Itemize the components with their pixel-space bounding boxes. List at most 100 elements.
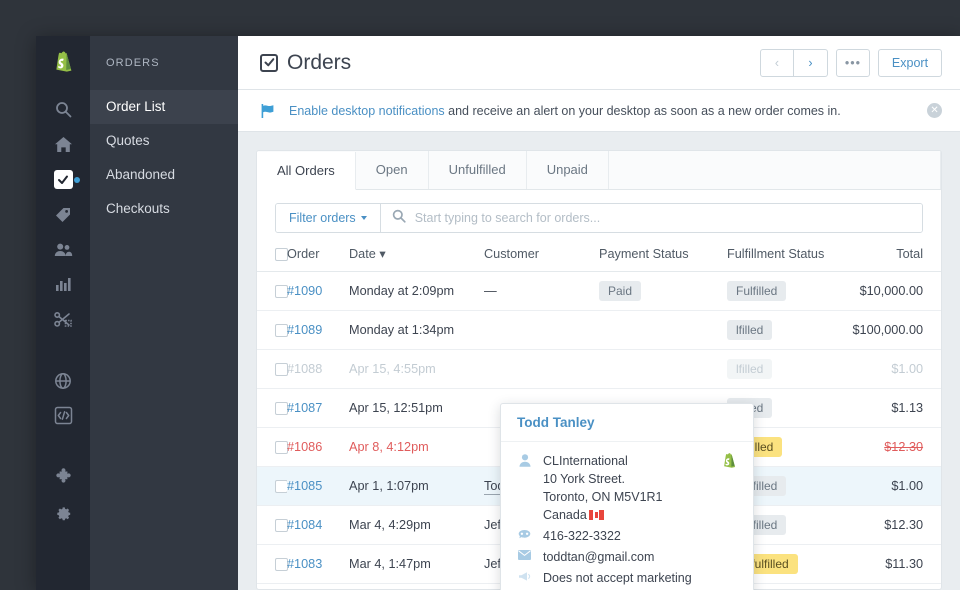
popover-customer-name[interactable]: Todd Tanley <box>501 404 753 442</box>
popover-phone: 416-322-3322 <box>543 529 621 543</box>
sidebar-item-quotes[interactable]: Quotes <box>90 124 238 158</box>
table-row[interactable]: #1090 Monday at 2:09pm — Paid Fulfilled … <box>257 271 942 311</box>
col-payment-status[interactable]: Payment Status <box>599 246 727 272</box>
select-all-header <box>257 246 288 272</box>
table-row[interactable]: #1089 Monday at 1:34pm lfilled $100,000.… <box>257 310 942 350</box>
table-row[interactable]: #1088 Apr 15, 4:55pm lfilled $1.00 <box>257 349 942 389</box>
home-icon[interactable] <box>36 127 90 162</box>
discounts-scissors-icon[interactable] <box>36 302 90 337</box>
popover-address-text: CLInternational 10 York Street. Toronto,… <box>543 452 663 524</box>
order-link[interactable]: #1090 <box>287 284 322 298</box>
sidebar-item-order-list[interactable]: Order List <box>90 90 238 124</box>
sidebar-item-abandoned-checkouts[interactable]: Abandoned Checkouts <box>90 158 238 216</box>
analytics-bar-chart-icon[interactable] <box>36 267 90 302</box>
tab-bar-filler <box>609 151 942 189</box>
order-link[interactable]: #1086 <box>287 440 322 454</box>
filter-search-wrapper: Filter orders <box>275 203 924 233</box>
filter-orders-label: Filter orders <box>289 211 356 225</box>
orders-icon[interactable] <box>36 162 90 197</box>
customer-popover: Todd Tanley CLInternational 10 York Stre… <box>500 403 754 590</box>
notification-text: Enable desktop notifications and receive… <box>289 104 841 118</box>
icon-rail <box>36 36 90 590</box>
enable-notifications-link[interactable]: Enable desktop notifications <box>289 104 445 118</box>
fulfillment-status-badge: lfilled <box>727 320 773 340</box>
apps-puzzle-icon[interactable] <box>36 459 90 494</box>
col-fulfillment-status[interactable]: Fulfillment Status <box>727 246 849 272</box>
content-area: All Orders Open Unfulfilled Unpaid Filte… <box>238 132 960 590</box>
section-nav-title: ORDERS <box>106 57 160 69</box>
page-title-text: Orders <box>287 50 352 74</box>
tab-all-orders[interactable]: All Orders <box>257 152 356 190</box>
fulfillment-status-badge: Fulfilled <box>727 281 787 301</box>
popover-marketing-row: Does not accept marketing <box>517 569 737 587</box>
order-total: $1.13 <box>849 388 942 428</box>
col-total[interactable]: Total <box>849 246 942 272</box>
popover-country: Canada <box>543 508 587 522</box>
shopify-bag-logo[interactable] <box>46 42 80 84</box>
order-total: $1.00 <box>849 466 942 506</box>
prev-page-button[interactable]: ‹ <box>759 48 794 77</box>
order-total: $100,000.00 <box>849 310 942 350</box>
col-order[interactable]: Order <box>287 246 349 272</box>
tab-unfulfilled[interactable]: Unfulfilled <box>429 151 527 189</box>
order-link[interactable]: #1088 <box>287 362 322 376</box>
page-title: Orders <box>260 51 351 75</box>
search-field[interactable] <box>380 204 923 232</box>
notification-banner: Enable desktop notifications and receive… <box>238 90 960 132</box>
order-date: Mar 4, 4:29pm <box>349 505 484 545</box>
order-customer <box>484 310 599 350</box>
popover-marketing: Does not accept marketing <box>543 571 692 585</box>
more-actions-button[interactable]: ••• <box>835 48 870 77</box>
phone-icon <box>517 527 532 545</box>
order-date: Apr 15, 4:55pm <box>349 349 484 389</box>
col-customer[interactable]: Customer <box>484 246 599 272</box>
order-date: Monday at 1:34pm <box>349 310 484 350</box>
order-link[interactable]: #1084 <box>287 518 322 532</box>
orders-notification-dot <box>74 177 80 183</box>
order-link[interactable]: #1083 <box>287 557 322 571</box>
popover-street: 10 York Street. <box>543 472 626 486</box>
next-page-button[interactable]: › <box>793 48 828 77</box>
order-total: $12.30 <box>849 427 942 467</box>
products-tag-icon[interactable] <box>36 197 90 232</box>
top-bar: Orders ‹ › ••• Export <box>238 36 960 90</box>
order-date: Apr 15, 12:51pm <box>349 388 484 428</box>
col-date[interactable]: Date ▾ <box>349 246 484 272</box>
popover-city: Toronto, ON M5V1R1 <box>543 490 663 504</box>
shopify-bag-icon <box>721 452 737 476</box>
popover-body: CLInternational 10 York Street. Toronto,… <box>501 442 753 590</box>
export-button[interactable]: Export <box>877 48 943 77</box>
order-total: $12.30 <box>849 505 942 545</box>
flag-icon <box>260 103 275 119</box>
order-total: $10,000.00 <box>849 271 942 311</box>
payment-status-badge: Paid <box>599 281 642 301</box>
table-header-row: Order Date ▾ Customer Payment Status Ful… <box>257 246 942 272</box>
notification-rest-text: and receive an alert on your desktop as … <box>444 103 841 118</box>
search-input[interactable] <box>414 211 912 225</box>
customers-icon[interactable] <box>36 232 90 267</box>
popover-company: CLInternational <box>543 454 628 468</box>
fulfillment-status-badge: lfilled <box>727 359 773 379</box>
close-icon[interactable]: ✕ <box>927 103 943 118</box>
tab-unpaid[interactable]: Unpaid <box>527 151 609 189</box>
sort-descending-icon: ▾ <box>379 247 386 261</box>
order-link[interactable]: #1087 <box>287 401 322 415</box>
application-window: ORDERS Order List Quotes Abandoned Check… <box>36 36 960 590</box>
order-link[interactable]: #1085 <box>287 479 322 493</box>
col-date-label: Date <box>349 247 376 261</box>
screenshot-root: ORDERS Order List Quotes Abandoned Check… <box>0 0 960 590</box>
filter-orders-button[interactable]: Filter orders <box>276 204 381 232</box>
megaphone-icon <box>517 569 532 587</box>
code-editor-icon[interactable] <box>36 398 90 433</box>
orders-card: All Orders Open Unfulfilled Unpaid Filte… <box>256 150 943 590</box>
online-store-globe-icon[interactable] <box>36 363 90 398</box>
settings-gear-icon[interactable] <box>36 494 90 529</box>
order-date: Mar 4, 1:47pm <box>349 544 484 584</box>
search-icon[interactable] <box>36 92 90 127</box>
tab-open[interactable]: Open <box>356 151 429 189</box>
envelope-icon <box>517 548 532 566</box>
orders-table-head: Order Date ▾ Customer Payment Status Ful… <box>257 246 942 272</box>
popover-email-row: toddtan@gmail.com <box>517 548 737 566</box>
tab-bar: All Orders Open Unfulfilled Unpaid <box>257 151 942 190</box>
order-link[interactable]: #1089 <box>287 323 322 337</box>
